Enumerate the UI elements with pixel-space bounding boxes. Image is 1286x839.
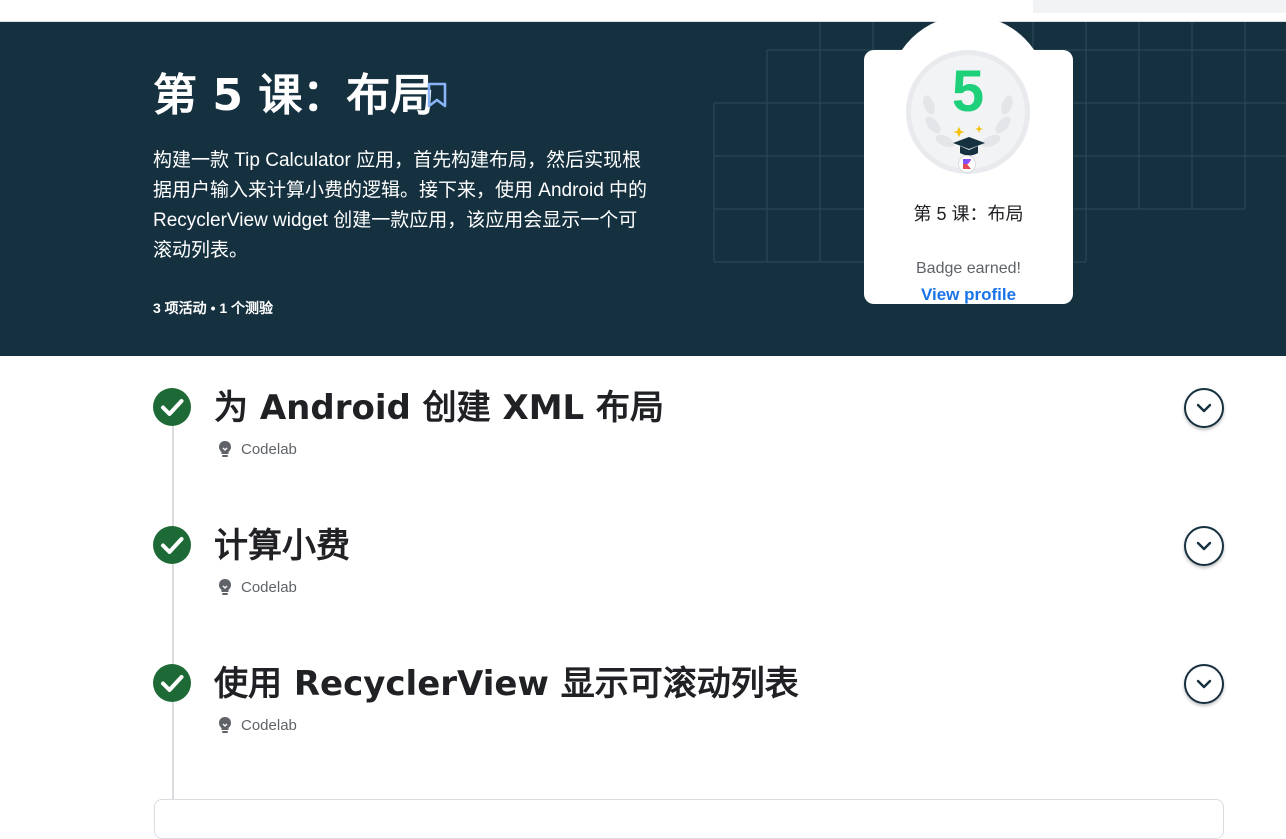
activity-title[interactable]: 计算小费 <box>214 526 350 566</box>
bookmark-icon[interactable] <box>424 80 450 110</box>
chevron-down-icon <box>1196 679 1212 689</box>
activity-title[interactable]: 为 Android 创建 XML 布局 <box>214 388 664 428</box>
graduation-cap-icon <box>953 125 985 156</box>
chevron-down-icon <box>1196 403 1212 413</box>
badge-icon: 5 <box>906 50 1030 174</box>
activity-item[interactable]: 使用 RecyclerView 显示可滚动列表 Codelab <box>153 664 1224 764</box>
expand-button[interactable] <box>1184 664 1224 704</box>
view-profile-link[interactable]: View profile <box>864 285 1073 305</box>
badge-name: 第 5 课：布局 <box>913 204 1024 224</box>
lightbulb-icon <box>219 579 231 595</box>
top-bar <box>0 0 1286 22</box>
badge-earned-label: Badge earned! <box>916 260 1021 277</box>
activity-type: Codelab <box>217 439 297 459</box>
lesson-title: 第 5 课：布局 <box>153 70 435 121</box>
lightbulb-icon <box>219 441 231 457</box>
activity-type-label: Codelab <box>241 440 297 458</box>
badge-number: 5 <box>951 59 985 124</box>
check-circle-icon <box>153 664 191 702</box>
activity-item[interactable]: 为 Android 创建 XML 布局 Codelab <box>153 388 1224 488</box>
activity-item[interactable]: 计算小费 Codelab <box>153 526 1224 626</box>
activity-type-label: Codelab <box>241 716 297 734</box>
activity-type-label: Codelab <box>241 578 297 596</box>
kotlin-logo-icon <box>958 155 976 173</box>
check-circle-icon <box>153 388 191 426</box>
activity-type: Codelab <box>217 715 297 735</box>
quiz-card[interactable] <box>154 799 1224 839</box>
check-circle-icon <box>153 526 191 564</box>
chevron-down-icon <box>1196 541 1212 551</box>
lightbulb-icon <box>219 717 231 733</box>
lesson-hero: 第 5 课：布局 构建一款 Tip Calculator 应用，首先构建布局，然… <box>0 22 1286 356</box>
expand-button[interactable] <box>1184 526 1224 566</box>
activity-title[interactable]: 使用 RecyclerView 显示可滚动列表 <box>214 664 799 704</box>
lesson-meta: 3 项活动 • 1 个测验 <box>153 300 274 316</box>
search-box-edge[interactable] <box>1033 0 1286 13</box>
activity-type: Codelab <box>217 577 297 597</box>
expand-button[interactable] <box>1184 388 1224 428</box>
lesson-description: 构建一款 Tip Calculator 应用，首先构建布局，然后实现根据用户输入… <box>153 150 648 261</box>
